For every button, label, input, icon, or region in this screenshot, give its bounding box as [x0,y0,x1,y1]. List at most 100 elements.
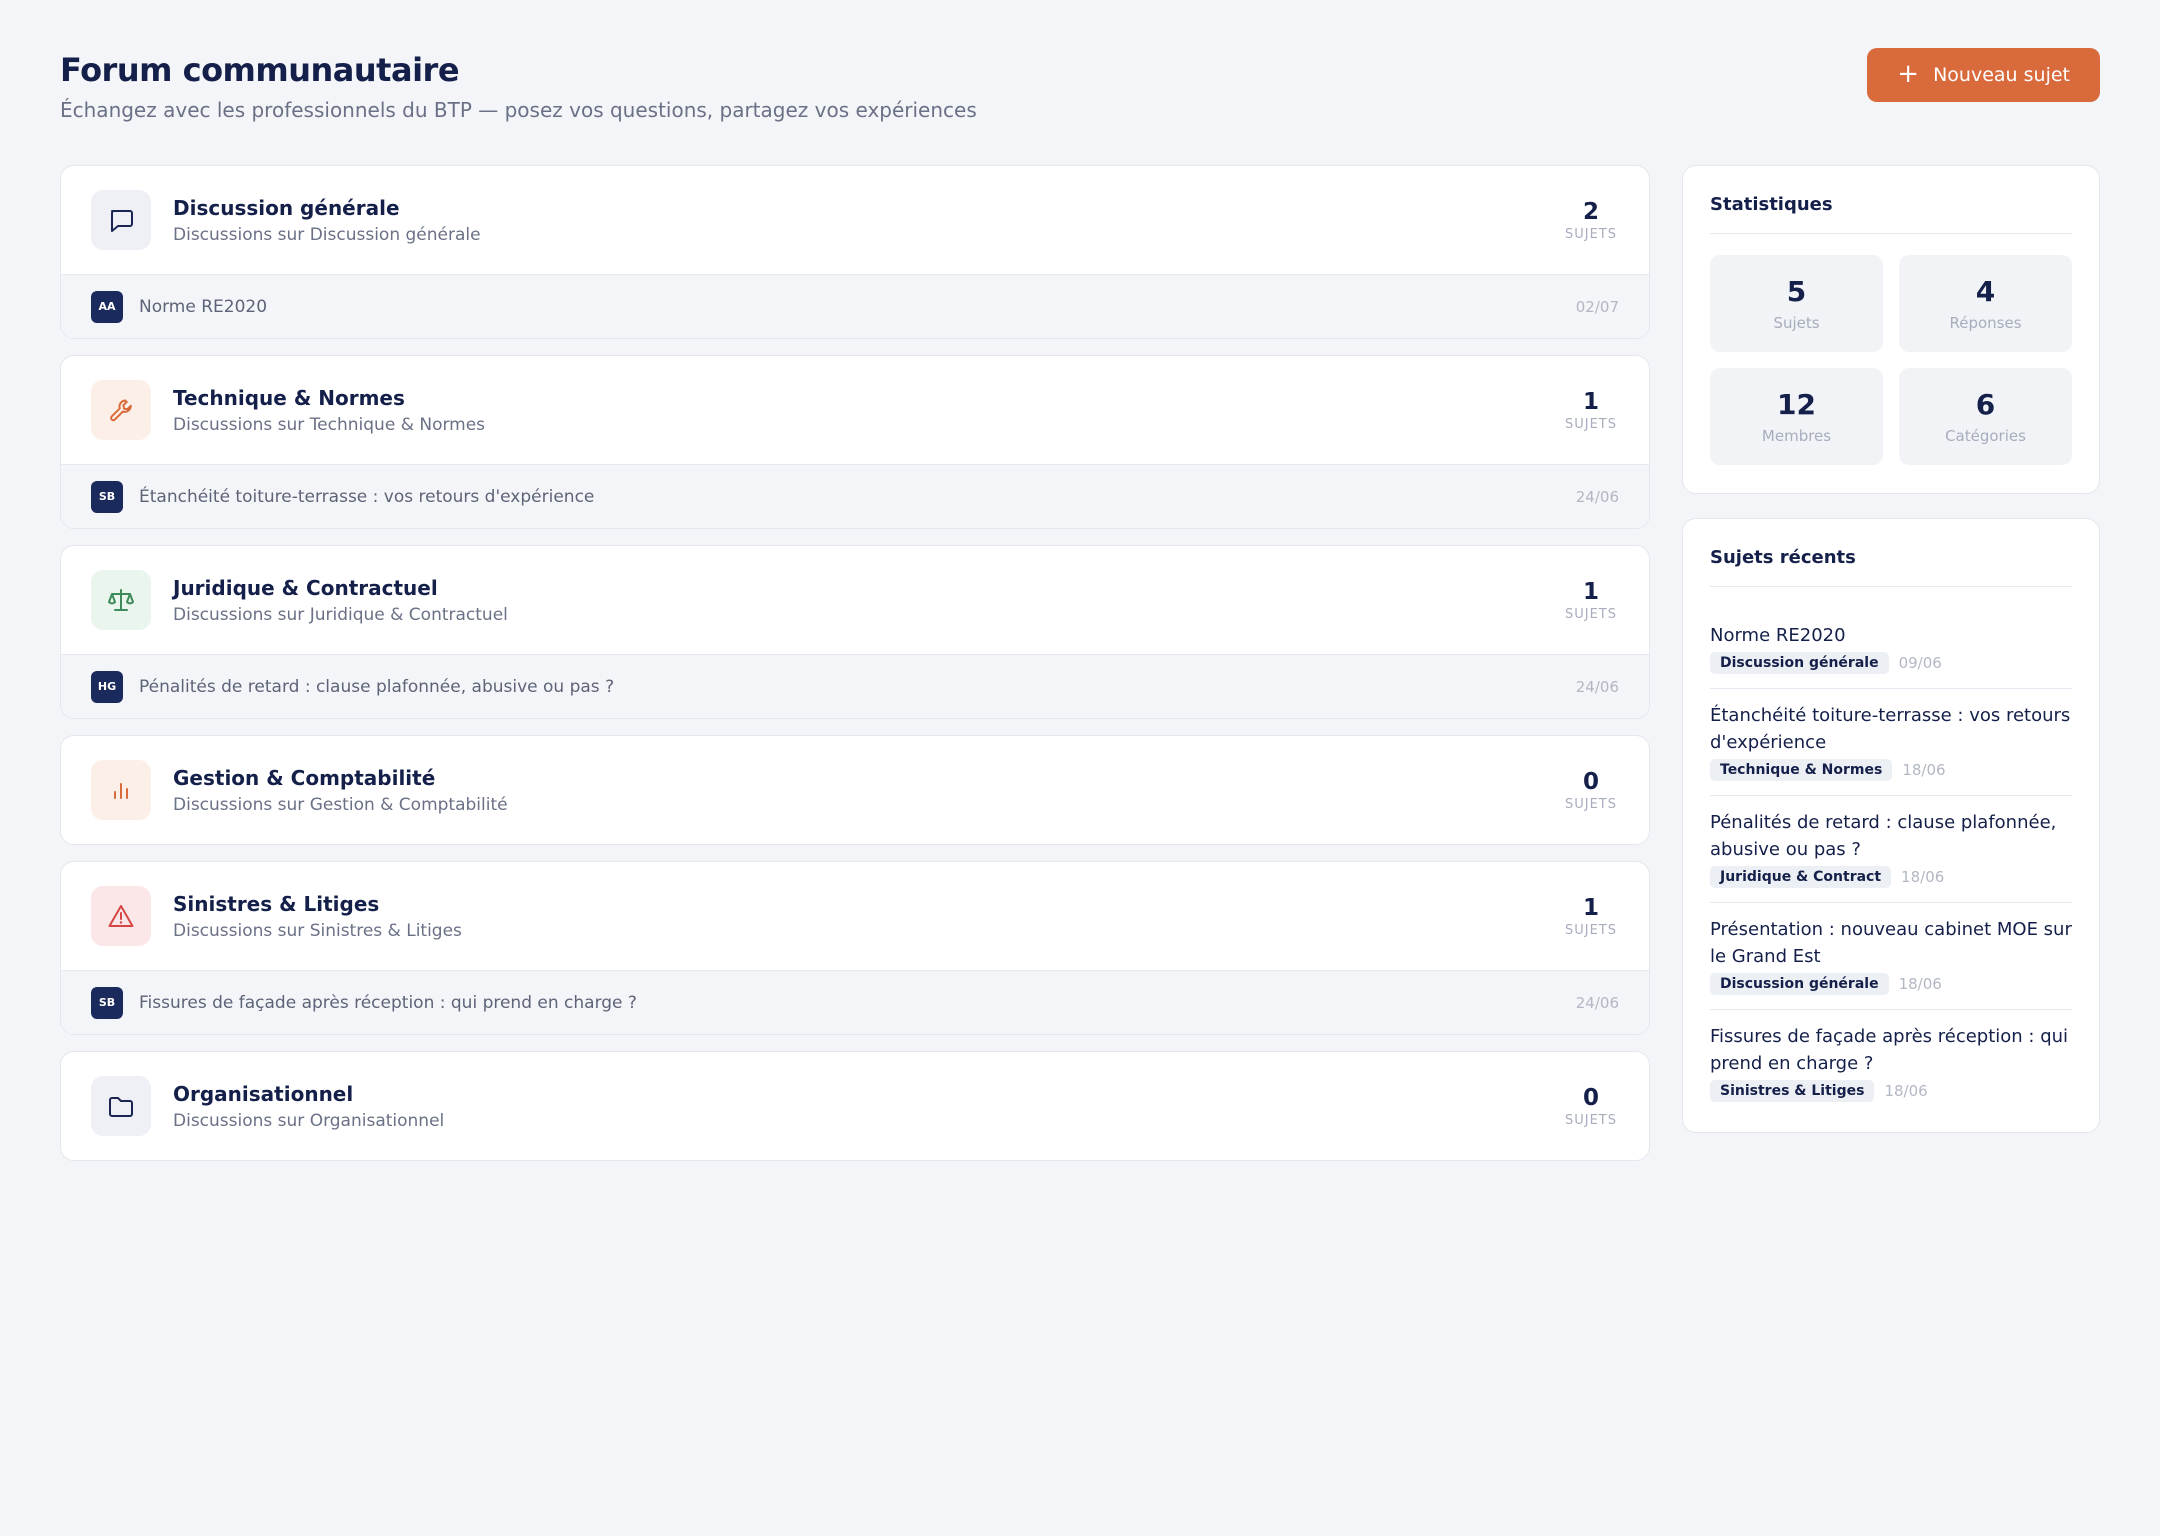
category-header[interactable]: Organisationnel Discussions sur Organisat… [61,1052,1649,1160]
recent-topic-title[interactable]: Fissures de façade après réception : qui… [1710,1023,2072,1077]
topic-count: 1 SUJETS [1561,579,1621,622]
category-description: Discussions sur Sinistres & Litiges [173,920,462,941]
chat-bubble-icon [91,190,151,250]
category-header[interactable]: Technique & Normes Discussions sur Techni… [61,356,1649,464]
recent-topic-meta: Technique & Normes 18/06 [1710,759,2072,781]
content-layout: Discussion générale Discussions sur Discu… [60,165,2100,1161]
category-name[interactable]: Technique & Normes [173,385,1561,411]
latest-topic-title[interactable]: Pénalités de retard : clause plafonnée, … [139,677,1576,697]
category-description: Discussions sur Discussion générale [173,224,481,245]
stat-label: Membres [1761,426,1832,445]
category-header[interactable]: Gestion & Comptabilité Discussions sur Ge… [61,736,1649,844]
stat-label: Réponses [1949,313,2022,332]
recent-topic[interactable]: Étanchéité toiture-terrasse : vos retour… [1710,689,2072,796]
avatar: AA [91,290,123,323]
recent-topic[interactable]: Pénalités de retard : clause plafonnée, … [1710,796,2072,903]
topic-count-label: SUJETS [1564,226,1617,242]
recent-topic-date: 09/06 [1898,654,1942,672]
category-name[interactable]: Organisationnel [173,1081,1561,1107]
stat-tile: 4 Réponses [1899,255,2072,352]
topic-count: 1 SUJETS [1561,895,1621,938]
latest-topic-title[interactable]: Fissures de façade après réception : qui… [139,993,1576,1013]
category-header[interactable]: Juridique & Contractuel Discussions sur J… [61,546,1649,654]
topic-count-label: SUJETS [1564,416,1617,432]
stat-value: 6 [1975,387,1996,421]
recent-topic-date: 18/06 [1901,868,1945,886]
folder-icon [91,1076,151,1136]
new-topic-button[interactable]: + Nouveau sujet [1867,48,2100,102]
header-text: Forum communautaire Échangez avec les pr… [60,49,977,124]
avatar: SB [91,986,123,1019]
recent-topic-title[interactable]: Présentation : nouveau cabinet MOE sur l… [1710,916,2072,970]
latest-topic-date: 02/07 [1575,297,1619,316]
stats-title: Statistiques [1710,194,2072,234]
recent-title: Sujets récents [1710,547,2072,587]
topic-count-value: 1 [1582,578,1599,605]
category-text: Sinistres & Litiges Discussions sur Sinis… [173,891,1561,942]
recent-topic-title[interactable]: Pénalités de retard : clause plafonnée, … [1710,809,2072,863]
stat-value: 5 [1786,274,1807,308]
stat-label: Sujets [1773,313,1820,332]
category-card[interactable]: Gestion & Comptabilité Discussions sur Ge… [60,735,1650,845]
stat-tile: 12 Membres [1710,368,1883,465]
latest-topic-title[interactable]: Étanchéité toiture-terrasse : vos retour… [139,487,1576,507]
category-name[interactable]: Sinistres & Litiges [173,891,1561,917]
recent-topic-title[interactable]: Étanchéité toiture-terrasse : vos retour… [1710,702,2072,756]
topic-count-label: SUJETS [1564,606,1617,622]
latest-topic-date: 24/06 [1575,677,1619,696]
category-text: Organisationnel Discussions sur Organisat… [173,1081,1561,1132]
avatar: SB [91,480,123,513]
latest-topic-row[interactable]: HG Pénalités de retard : clause plafonnée… [61,654,1649,718]
stats-panel: Statistiques 5 Sujets 4 Réponses 12 Membres 6 C… [1682,165,2100,494]
recent-topic-meta: Discussion générale 09/06 [1710,652,2072,674]
latest-topic-row[interactable]: AA Norme RE2020 02/07 [61,274,1649,338]
topic-count-value: 1 [1582,388,1599,415]
plus-icon: + [1897,59,1920,89]
recent-topic-date: 18/06 [1884,1082,1928,1100]
category-description: Discussions sur Organisationnel [173,1110,445,1131]
page-subtitle: Échangez avec les professionnels du BTP … [60,98,977,122]
category-text: Juridique & Contractuel Discussions sur J… [173,575,1561,626]
latest-topic-date: 24/06 [1575,487,1619,506]
category-tag: Discussion générale [1710,652,1889,674]
latest-topic-row[interactable]: SB Étanchéité toiture-terrasse : vos reto… [61,464,1649,528]
topic-count-label: SUJETS [1564,1112,1617,1128]
stat-tile: 6 Catégories [1899,368,2072,465]
page-title: Forum communautaire [60,51,460,89]
page-header: Forum communautaire Échangez avec les pr… [60,48,2100,165]
category-header[interactable]: Discussion générale Discussions sur Discu… [61,166,1649,274]
topic-count: 2 SUJETS [1561,199,1621,242]
recent-topic[interactable]: Norme RE2020 Discussion générale 09/06 [1710,611,2072,689]
topic-count-label: SUJETS [1564,796,1617,812]
recent-topic[interactable]: Fissures de façade après réception : qui… [1710,1010,2072,1104]
stat-value: 4 [1975,274,1996,308]
topic-count-value: 1 [1582,894,1599,921]
stats-grid: 5 Sujets 4 Réponses 12 Membres 6 Catégories [1710,255,2072,465]
recent-topic-date: 18/06 [1898,975,1942,993]
topic-count: 0 SUJETS [1561,769,1621,812]
category-card[interactable]: Juridique & Contractuel Discussions sur J… [60,545,1650,719]
category-name[interactable]: Juridique & Contractuel [173,575,1561,601]
forum-page: Forum communautaire Échangez avec les pr… [0,0,2160,1536]
category-name[interactable]: Gestion & Comptabilité [173,765,1561,791]
category-card[interactable]: Sinistres & Litiges Discussions sur Sinis… [60,861,1650,1035]
category-name[interactable]: Discussion générale [173,195,1561,221]
recent-topic-meta: Discussion générale 18/06 [1710,973,2072,995]
recent-topic[interactable]: Présentation : nouveau cabinet MOE sur l… [1710,903,2072,1010]
avatar: HG [91,670,123,703]
category-card[interactable]: Discussion générale Discussions sur Discu… [60,165,1650,339]
topic-count-value: 0 [1582,768,1599,795]
recent-topic-date: 18/06 [1902,761,1946,779]
stat-value: 12 [1777,387,1816,421]
category-tag: Sinistres & Litiges [1710,1080,1875,1102]
recent-topic-title[interactable]: Norme RE2020 [1710,622,2072,649]
latest-topic-row[interactable]: SB Fissures de façade après réception : q… [61,970,1649,1034]
category-card[interactable]: Organisationnel Discussions sur Organisat… [60,1051,1650,1161]
topic-count: 0 SUJETS [1561,1085,1621,1128]
category-card[interactable]: Technique & Normes Discussions sur Techni… [60,355,1650,529]
scale-icon [91,570,151,630]
latest-topic-date: 24/06 [1575,993,1619,1012]
latest-topic-title[interactable]: Norme RE2020 [139,297,1576,317]
category-text: Technique & Normes Discussions sur Techni… [173,385,1561,436]
category-header[interactable]: Sinistres & Litiges Discussions sur Sinis… [61,862,1649,970]
